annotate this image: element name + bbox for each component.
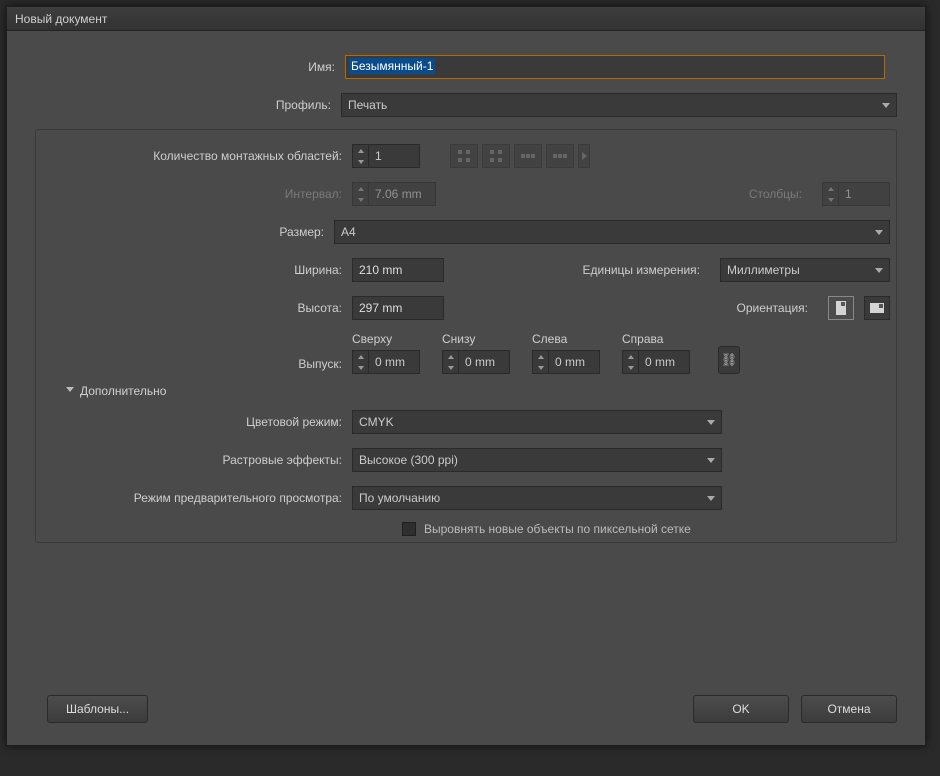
stepper-up-icon[interactable] (443, 351, 458, 362)
bleed-bottom-label: Снизу (442, 332, 475, 346)
bleed-left-spinner[interactable] (532, 350, 600, 374)
advanced-label: Дополнительно (80, 384, 166, 398)
artboards-value[interactable] (369, 145, 419, 167)
artboards-label: Количество монтажных областей: (42, 149, 352, 163)
stepper-down-icon[interactable] (353, 362, 368, 373)
bleed-bottom-spinner[interactable] (442, 350, 510, 374)
layout-row-ltr-icon[interactable] (514, 144, 542, 168)
stepper-down-icon[interactable] (533, 362, 548, 373)
cancel-button[interactable]: Отмена (801, 695, 897, 723)
new-document-dialog: Новый документ Имя: Безымянный-1 Профиль… (6, 6, 926, 746)
settings-group: Количество монтажных областей: (35, 129, 897, 543)
color-mode-dropdown[interactable]: CMYK (352, 410, 722, 434)
align-pixel-label: Выровнять новые объекты по пиксельной се… (424, 522, 691, 536)
bleed-top-spinner[interactable] (352, 350, 420, 374)
raster-value: Высокое (300 ppi) (359, 453, 458, 467)
dialog-content: Имя: Безымянный-1 Профиль: Печать (7, 31, 925, 679)
layout-row-rtl-icon[interactable] (546, 144, 574, 168)
height-input[interactable] (352, 296, 444, 320)
units-value: Миллиметры (727, 263, 800, 277)
preview-value: По умолчанию (359, 491, 440, 505)
size-value: A4 (341, 225, 356, 239)
raster-label: Растровые эффекты: (42, 453, 352, 467)
preview-dropdown[interactable]: По умолчанию (352, 486, 722, 510)
chevron-down-icon (707, 458, 715, 463)
stepper-down-icon[interactable] (443, 362, 458, 373)
bleed-top-label: Сверху (352, 332, 392, 346)
portrait-icon (836, 301, 846, 315)
columns-value (839, 183, 889, 205)
layout-grid-col-icon[interactable] (482, 144, 510, 168)
chevron-down-icon (875, 230, 883, 235)
layout-grid-row-icon[interactable] (450, 144, 478, 168)
templates-button[interactable]: Шаблоны... (47, 695, 148, 723)
link-icon: ⛓ (721, 352, 738, 368)
units-label: Единицы измерения: (582, 263, 710, 277)
disclosure-triangle-icon (66, 387, 74, 396)
ok-button[interactable]: OK (693, 695, 789, 723)
units-dropdown[interactable]: Миллиметры (720, 258, 890, 282)
artboards-spinner[interactable] (352, 144, 420, 168)
name-input[interactable] (345, 55, 885, 79)
stepper-down-icon[interactable] (353, 156, 368, 167)
align-pixel-checkbox[interactable] (402, 522, 416, 536)
color-mode-label: Цветовой режим: (42, 415, 352, 429)
bleed-right-value[interactable] (639, 351, 689, 373)
stepper-up-icon[interactable] (533, 351, 548, 362)
size-dropdown[interactable]: A4 (334, 220, 890, 244)
artboard-layout-icons (450, 144, 590, 168)
bleed-left-label: Слева (532, 332, 567, 346)
orientation-landscape-button[interactable] (864, 296, 890, 320)
bleed-link-button[interactable]: ⛓ (718, 346, 740, 374)
dialog-footer: Шаблоны... OK Отмена (7, 679, 925, 745)
bleed-top-value[interactable] (369, 351, 419, 373)
layout-direction-icon[interactable] (578, 144, 590, 168)
stepper-up-icon[interactable] (353, 351, 368, 362)
window-title: Новый документ (15, 12, 107, 26)
orientation-portrait-button[interactable] (828, 296, 854, 320)
titlebar[interactable]: Новый документ (7, 7, 925, 31)
chevron-down-icon (882, 103, 890, 108)
spacing-label: Интервал: (42, 187, 352, 201)
chevron-down-icon (707, 420, 715, 425)
name-label: Имя: (35, 60, 345, 74)
landscape-icon (870, 303, 884, 313)
stepper-down-icon[interactable] (623, 362, 638, 373)
stepper-up-icon[interactable] (623, 351, 638, 362)
bleed-right-label: Справа (622, 332, 663, 346)
columns-label: Столбцы: (749, 187, 812, 201)
advanced-disclosure[interactable]: Дополнительно (66, 384, 890, 398)
width-input[interactable] (352, 258, 444, 282)
orientation-label: Ориентация: (737, 301, 818, 315)
bleed-bottom-value[interactable] (459, 351, 509, 373)
width-label: Ширина: (42, 263, 352, 277)
profile-dropdown[interactable]: Печать (341, 93, 897, 117)
color-mode-value: CMYK (359, 415, 394, 429)
height-label: Высота: (42, 301, 352, 315)
preview-label: Режим предварительного просмотра: (42, 491, 352, 505)
spacing-spinner (352, 182, 436, 206)
stepper-down-icon (823, 194, 838, 205)
stepper-up-icon (823, 183, 838, 194)
bleed-label: Выпуск: (42, 357, 352, 374)
size-label: Размер: (42, 225, 334, 239)
stepper-up-icon[interactable] (353, 145, 368, 156)
spacing-value (369, 183, 435, 205)
bleed-right-spinner[interactable] (622, 350, 690, 374)
stepper-down-icon (353, 194, 368, 205)
chevron-down-icon (707, 496, 715, 501)
bleed-left-value[interactable] (549, 351, 599, 373)
profile-label: Профиль: (35, 98, 341, 112)
columns-spinner (822, 182, 890, 206)
raster-dropdown[interactable]: Высокое (300 ppi) (352, 448, 722, 472)
profile-value: Печать (348, 98, 387, 112)
chevron-down-icon (875, 268, 883, 273)
stepper-up-icon (353, 183, 368, 194)
